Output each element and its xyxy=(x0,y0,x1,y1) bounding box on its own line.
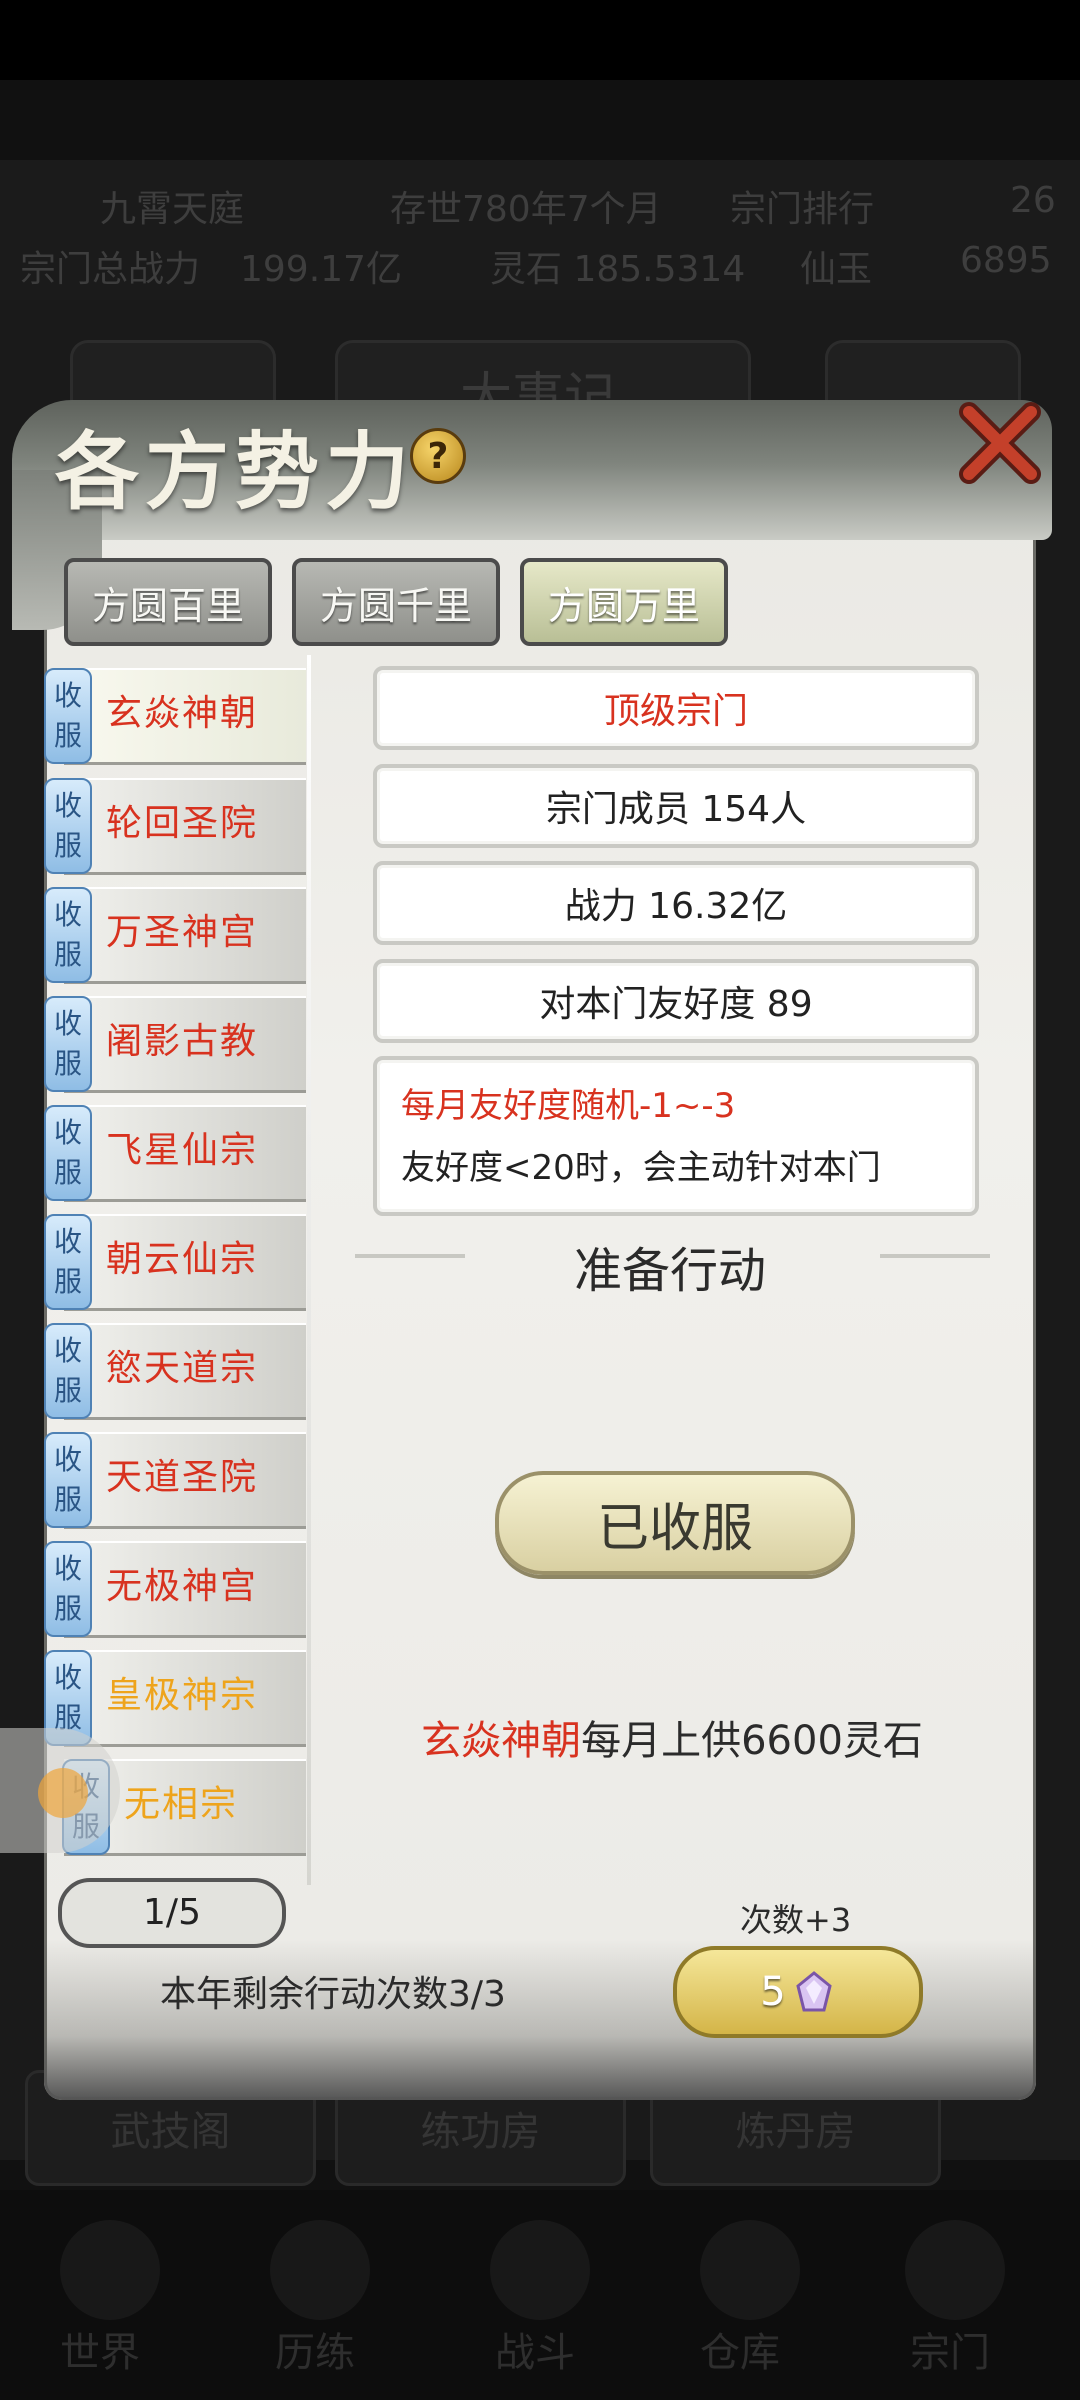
bg-spirit-stone: 灵石 185.5314 xyxy=(490,249,746,290)
bg-sect-name: 九霄天庭 xyxy=(100,189,245,230)
nav-sect-icon xyxy=(905,2220,1005,2320)
faction-name: 慾天道宗 xyxy=(106,1348,259,1389)
spirit-jade-icon xyxy=(796,1971,832,2012)
subdue-badge: 收服 xyxy=(44,1432,92,1528)
faction-item[interactable]: 收服 天道圣院 xyxy=(44,1432,306,1529)
faction-item[interactable]: 收服 飞星仙宗 xyxy=(44,1105,306,1202)
faction-name: 飞星仙宗 xyxy=(106,1130,259,1171)
faction-name: 轮回圣院 xyxy=(106,803,259,844)
list-divider xyxy=(307,655,311,1885)
sect-rank: 顶级宗门 xyxy=(373,666,979,750)
dialog-title: 各方势力 xyxy=(55,422,416,521)
nav-world: 世界 xyxy=(60,2330,140,2376)
bg-rank-label: 宗门排行 xyxy=(730,189,875,230)
subdue-badge: 收服 xyxy=(44,1214,92,1310)
tribute-faction-name: 玄焱神朝 xyxy=(421,1718,582,1764)
description-line-2: 友好度<20时，会主动针对本门 xyxy=(401,1148,881,1188)
bg-jade-value: 6895 xyxy=(960,240,1052,281)
bg-power-label: 宗门总战力 xyxy=(20,249,201,290)
tab-region-10000[interactable]: 方圆万里 xyxy=(520,558,728,646)
subdue-badge: 收服 xyxy=(44,887,92,983)
nav-battle-icon xyxy=(490,2220,590,2320)
subdue-badge: 收服 xyxy=(44,996,92,1092)
times-bonus-label: 次数+3 xyxy=(740,1901,852,1939)
page-indicator: 1/5 xyxy=(143,1892,201,1933)
nav-storage: 仓库 xyxy=(700,2330,780,2376)
faction-item[interactable]: 收服 轮回圣院 xyxy=(44,778,306,875)
faction-name: 万圣神宫 xyxy=(106,912,259,953)
faction-name: 无相宗 xyxy=(124,1784,239,1825)
description-line-1: 每月友好度随机-1~-3 xyxy=(401,1086,736,1126)
faction-name: 无极神宫 xyxy=(106,1566,259,1607)
faction-item[interactable]: 收服 慾天道宗 xyxy=(44,1323,306,1420)
subdued-button[interactable]: 已收服 xyxy=(495,1471,855,1575)
subdue-badge: 收服 xyxy=(44,1541,92,1637)
bg-age: 存世780年7个月 xyxy=(390,189,662,230)
tab-region-1000[interactable]: 方圆千里 xyxy=(292,558,500,646)
nav-battle: 战斗 xyxy=(495,2330,575,2376)
subdue-badge: 收服 xyxy=(44,668,92,764)
subdue-badge: 收服 xyxy=(44,778,92,874)
subdue-badge: 收服 xyxy=(44,1105,92,1201)
close-button[interactable] xyxy=(955,398,1045,488)
sect-friendship: 对本门友好度 89 xyxy=(373,959,979,1043)
faction-name: 皇极神宗 xyxy=(106,1675,259,1716)
nav-world-icon xyxy=(60,2220,160,2320)
subdue-badge: 收服 xyxy=(44,1323,92,1419)
pager: 1/5 xyxy=(58,1878,286,1948)
nav-storage-icon xyxy=(700,2220,800,2320)
background-stats: 九霄天庭 存世780年7个月 宗门排行 26 宗门总战力 199.17亿 灵石 … xyxy=(0,160,1080,300)
tribute-info: 玄焱神朝每月上供6600灵石 xyxy=(373,1708,971,1766)
buy-actions-button[interactable]: 5 xyxy=(673,1946,923,2038)
faction-item[interactable]: 收服 皇极神宗 xyxy=(44,1650,306,1747)
tab-region-100[interactable]: 方圆百里 xyxy=(64,558,272,646)
sect-members: 宗门成员 154人 xyxy=(373,764,979,848)
cost-value: 5 xyxy=(760,1969,786,2015)
nav-travel-icon xyxy=(270,2220,370,2320)
status-bar xyxy=(0,0,1080,80)
faction-name: 朝云仙宗 xyxy=(106,1239,259,1280)
faction-item[interactable]: 收服 朝云仙宗 xyxy=(44,1214,306,1311)
faction-item[interactable]: 收服 万圣神宫 xyxy=(44,887,306,984)
friendship-description: 每月友好度随机-1~-3 友好度<20时，会主动针对本门 xyxy=(373,1056,979,1216)
bg-jade-label: 仙玉 xyxy=(800,249,873,290)
bg-power-value: 199.17亿 xyxy=(240,249,402,290)
remaining-actions: 本年剩余行动次数3/3 xyxy=(160,1974,506,2015)
nav-sect: 宗门 xyxy=(910,2330,990,2376)
sect-power: 战力 16.32亿 xyxy=(373,861,979,945)
faction-name: 阇影古教 xyxy=(106,1021,259,1062)
bg-rank-value: 26 xyxy=(1010,180,1056,221)
faction-item[interactable]: 收服 阇影古教 xyxy=(44,996,306,1093)
floating-button-icon xyxy=(38,1768,88,1818)
faction-name: 天道圣院 xyxy=(106,1457,259,1498)
faction-name: 玄焱神朝 xyxy=(106,693,259,734)
nav-travel: 历练 xyxy=(275,2330,355,2376)
tribute-text: 每月上供6600灵石 xyxy=(581,1718,923,1764)
help-icon[interactable]: ? xyxy=(410,428,466,484)
faction-item[interactable]: 收服 玄焱神朝 xyxy=(44,668,306,765)
faction-item[interactable]: 收服 无极神宫 xyxy=(44,1541,306,1638)
section-title: 准备行动 xyxy=(573,1243,766,1299)
close-icon xyxy=(959,402,1041,484)
faction-list: 收服 玄焱神朝 收服 轮回圣院 收服 万圣神宫 收服 阇影古教 收服 飞星仙宗 … xyxy=(44,668,309,1868)
